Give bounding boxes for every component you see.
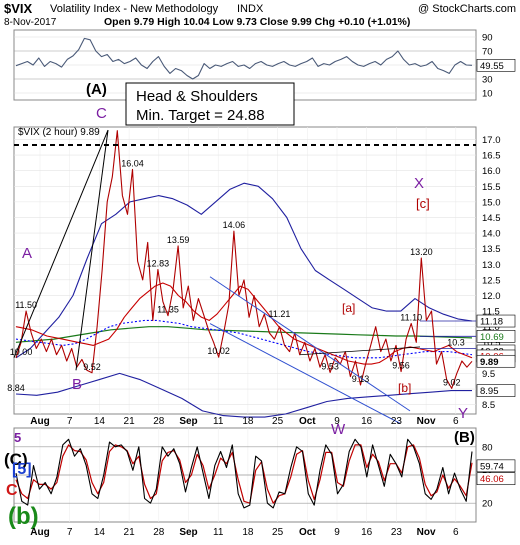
chart-name: Volatility Index - New Methodology (50, 3, 219, 15)
x-tick-label-upper: Aug (30, 416, 49, 427)
x-tick-label-lower: 7 (67, 527, 73, 538)
price-point-label: 11.50 (15, 300, 37, 310)
price-tick-label: 12.0 (482, 291, 501, 302)
x-tick-label-upper: 9 (334, 416, 340, 427)
quote-line: Open 9.79 High 10.04 Low 9.73 Close 9.99… (104, 16, 410, 28)
price-value-label: 9.89 (480, 357, 499, 368)
price-point-label: 13.20 (410, 247, 433, 257)
stoch-wave-label: [5] (12, 461, 32, 478)
x-tick-label-upper: Oct (299, 416, 316, 427)
rsi-tick-label: 10 (482, 89, 493, 100)
vix-chart: $VIX Volatility Index - New Methodology … (0, 0, 520, 540)
price-point-label: 9.13 (352, 374, 370, 384)
x-tick-label-lower: 14 (94, 527, 106, 538)
price-point-label: 8.84 (7, 383, 25, 393)
price-point-label: 16.04 (121, 158, 144, 168)
rsi-tick-label: 70 (482, 47, 493, 58)
stoch-tick-label: 20 (482, 499, 493, 510)
x-tick-label-upper: Nov (417, 416, 436, 427)
wave-label: (B) (454, 429, 475, 446)
x-tick-label-upper: 18 (242, 416, 254, 427)
x-tick-label-lower: 9 (334, 527, 340, 538)
x-tick-label-lower: 25 (272, 527, 284, 538)
wave-label: B (72, 376, 82, 393)
price-point-label: 9.02 (443, 377, 461, 387)
price-tick-label: 8.5 (482, 400, 495, 411)
chart-canvas: $VIX Volatility Index - New Methodology … (4, 1, 516, 538)
price-tick-label: 14.5 (482, 213, 501, 224)
stoch-wave-label: (b) (8, 503, 39, 530)
price-point-label: 9.52 (83, 362, 101, 372)
wave-label: Y (458, 405, 468, 422)
price-tick-label: 12.5 (482, 275, 501, 286)
price-point-label: 12.83 (147, 259, 170, 269)
x-tick-label-upper: 11 (213, 416, 224, 427)
x-tick-label-upper: 6 (453, 416, 459, 427)
price-tick-label: 16.0 (482, 166, 501, 177)
x-tick-label-lower: 18 (242, 527, 254, 538)
x-tick-label-upper: 23 (391, 416, 403, 427)
x-tick-label-upper: Sep (179, 416, 197, 427)
x-tick-label-upper: 28 (153, 416, 165, 427)
price-tick-label: 17.0 (482, 135, 501, 146)
wave-label: [b] (398, 381, 411, 395)
wave-label: [c] (416, 196, 430, 211)
x-tick-label-upper: 16 (361, 416, 373, 427)
x-tick-label-upper: 25 (272, 416, 284, 427)
price-tick-label: 13.0 (482, 260, 501, 271)
x-tick-label-lower: 28 (153, 527, 165, 538)
callout-line-2: Min. Target = 24.88 (136, 107, 265, 124)
wave-label: X (414, 175, 424, 192)
price-value-label: 11.18 (480, 317, 503, 328)
rsi-last-label: 49.55 (480, 61, 504, 72)
price-tick-label: 9.5 (482, 369, 495, 380)
chart-exchange: INDX (237, 3, 264, 15)
price-tick-label: 15.5 (482, 182, 501, 193)
price-point-label: 10.3 (447, 337, 465, 347)
price-point-label: 11.21 (269, 309, 291, 319)
price-tick-label: 13.5 (482, 244, 501, 255)
copyright: @ StockCharts.com (418, 3, 516, 15)
x-tick-label-lower: 6 (453, 527, 459, 538)
price-value-label: 10.69 (480, 332, 504, 343)
price-legend: $VIX (2 hour) 9.89 (18, 127, 100, 138)
wave-label: [a] (342, 301, 355, 315)
x-tick-label-lower: 21 (124, 527, 136, 538)
chart-date: 8-Nov-2017 (4, 17, 57, 28)
wave-label-A-paren: (A) (86, 81, 107, 98)
x-tick-label-upper: 14 (94, 416, 106, 427)
x-tick-label-upper: 7 (67, 416, 73, 427)
callout-line-1: Head & Shoulders (136, 88, 258, 105)
price-point-label: 10.02 (207, 346, 230, 356)
x-tick-label-lower: Aug (30, 527, 49, 538)
price-point-label: 9.53 (321, 362, 339, 372)
price-tick-label: 15.0 (482, 197, 501, 208)
chart-symbol: $VIX (4, 1, 33, 16)
price-point-label: 14.06 (223, 220, 246, 230)
price-point-label: 13.59 (167, 235, 190, 245)
price-point-label: 11.35 (157, 305, 179, 315)
x-tick-label-lower: Sep (179, 527, 197, 538)
stoch-last-label: 59.74 (480, 461, 504, 472)
wave-label: A (22, 245, 32, 262)
rsi-tick-label: 30 (482, 75, 493, 86)
price-point-label: 10.00 (10, 347, 33, 357)
stoch-last-label: 46.06 (480, 474, 504, 485)
stoch-wave-label: C (6, 482, 18, 499)
price-point-label: 11.10 (400, 313, 422, 323)
x-tick-label-lower: 16 (361, 527, 373, 538)
price-tick-label: 14.0 (482, 229, 501, 240)
x-tick-label-lower: 11 (213, 527, 224, 538)
x-tick-label-upper: 21 (124, 416, 136, 427)
price-tick-label: 16.5 (482, 151, 501, 162)
x-tick-label-lower: Nov (417, 527, 436, 538)
price-point-label: 9.56 (392, 361, 410, 371)
stoch-wave-label: 5 (14, 430, 21, 445)
wave-label-C-top: C (96, 105, 107, 122)
rsi-tick-label: 90 (482, 33, 493, 44)
stoch-tick-label: 80 (482, 442, 493, 453)
x-tick-label-lower: Oct (299, 527, 316, 538)
price-value-label: 8.95 (480, 386, 499, 397)
x-tick-label-lower: 23 (391, 527, 403, 538)
